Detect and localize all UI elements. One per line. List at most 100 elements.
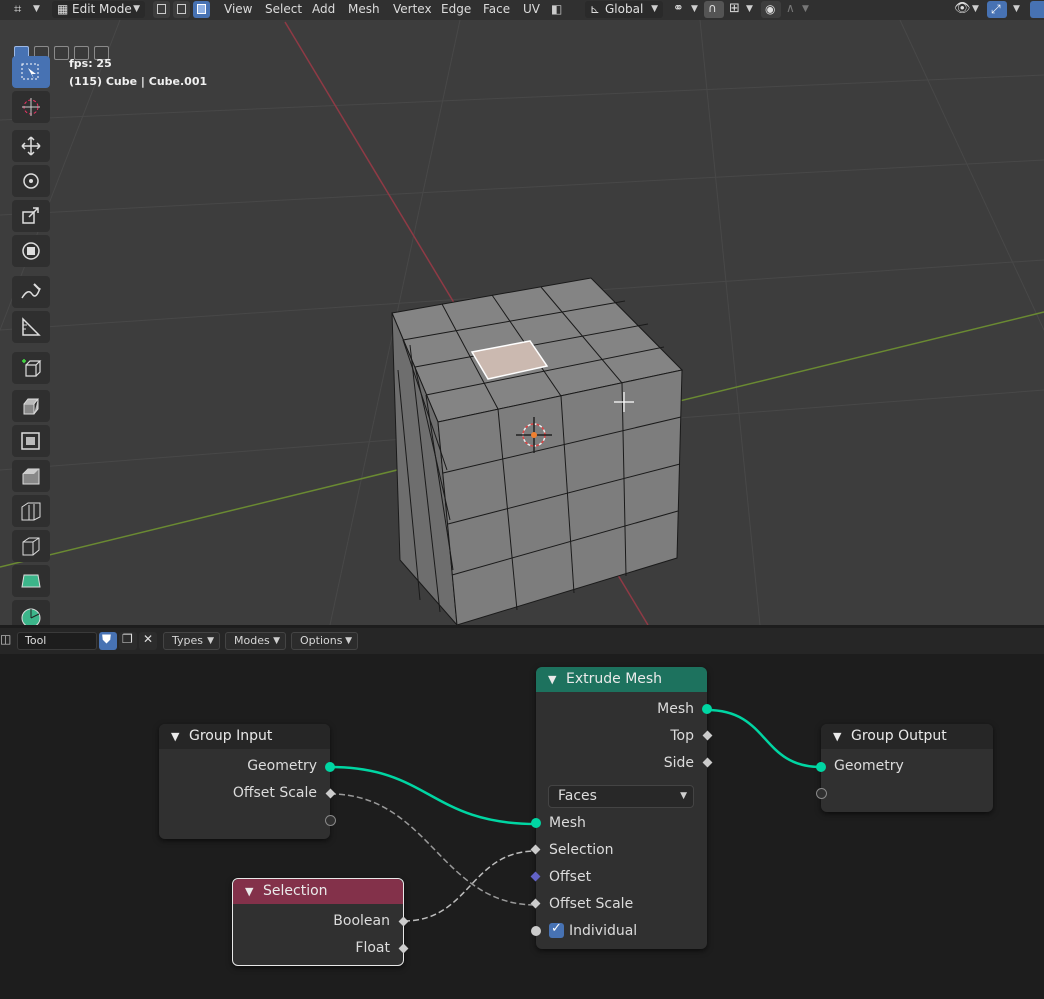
visibility-eye-icon[interactable]: 👁 — [954, 1, 971, 16]
bevel-tool[interactable] — [12, 460, 50, 492]
loop-cut-tool[interactable] — [12, 495, 50, 527]
modes-label: Modes — [234, 634, 270, 647]
selection-node[interactable]: ▼ Selection Boolean Float — [232, 878, 409, 966]
edit-mode-icon: ▦ — [57, 2, 69, 16]
tool-name-field[interactable]: Tool — [17, 632, 97, 650]
group-output-node[interactable]: ▼ Group Output Geometry — [816, 724, 993, 812]
duplicate-button[interactable]: ❐ — [119, 632, 137, 650]
falloff-icon[interactable]: ∧ — [786, 1, 795, 15]
group-input-title: Group Input — [189, 728, 273, 744]
extrude-mesh-header[interactable]: ▼ Extrude Mesh — [536, 667, 707, 692]
editor-type-icon[interactable]: ⌗ — [14, 2, 21, 17]
add-cube-tool[interactable] — [12, 352, 50, 384]
menu-face[interactable]: Face — [483, 2, 510, 16]
cursor-tool[interactable] — [12, 91, 50, 123]
pivot-point-icon[interactable]: ⚭ — [673, 1, 684, 16]
transform-icon — [22, 242, 40, 260]
menu-add[interactable]: Add — [312, 2, 335, 16]
node-editor-canvas[interactable]: ▼ Extrude Mesh Mesh Top Side Faces ▼ Mes… — [0, 654, 1044, 999]
object-info: (115) Cube | Cube.001 — [69, 75, 208, 88]
orientation-icon: ⊾ — [590, 2, 601, 16]
extrude-icon — [23, 398, 40, 415]
chevron-down-icon: ▼ — [691, 4, 698, 14]
mode-dropdown[interactable]: ▦ Edit Mode ▼ — [52, 1, 145, 18]
spin-tool[interactable] — [12, 600, 50, 625]
modes-dropdown[interactable]: Modes ▼ — [225, 632, 286, 650]
input-mesh-socket[interactable] — [531, 818, 541, 828]
mode-label: Edit Mode — [72, 2, 132, 16]
uv-sync-icon[interactable]: ◧ — [551, 2, 562, 16]
node-links — [329, 708, 822, 922]
overlays-toggle[interactable] — [1030, 1, 1044, 18]
chevron-down-icon: ▼ — [245, 885, 254, 898]
transform-orientation-dropdown[interactable]: ⊾ Global ▼ — [585, 1, 663, 18]
tool-shelf — [12, 56, 52, 625]
group-input-node[interactable]: ▼ Group Input Geometry Offset Scale — [159, 724, 336, 839]
inset-faces-tool[interactable] — [12, 425, 50, 457]
group-output-header[interactable]: ▼ Group Output — [821, 724, 993, 749]
input-empty-socket[interactable] — [816, 788, 827, 799]
chevron-down-icon: ▼ — [802, 4, 809, 14]
menu-edge[interactable]: Edge — [441, 2, 471, 16]
output-empty-socket[interactable] — [325, 815, 336, 826]
group-output-title: Group Output — [851, 728, 947, 744]
move-icon — [21, 136, 41, 156]
proportional-edit-toggle[interactable]: ◉ — [761, 1, 781, 18]
select-box-tool[interactable] — [12, 56, 50, 88]
face-select-button[interactable] — [193, 1, 210, 18]
chevron-down-icon: ▼ — [345, 636, 352, 646]
vertex-select-button[interactable] — [153, 1, 170, 18]
measure-tool[interactable] — [12, 311, 50, 343]
options-label: Options — [300, 634, 343, 647]
annotate-tool[interactable] — [12, 276, 50, 308]
menu-mesh[interactable]: Mesh — [348, 2, 380, 16]
output-side-label: Side — [663, 755, 694, 771]
types-dropdown[interactable]: Types ▼ — [163, 632, 220, 650]
rotate-tool[interactable] — [12, 165, 50, 197]
snap-toggle[interactable]: ∩ — [704, 1, 724, 18]
3d-viewport[interactable]: fps: 25 (115) Cube | Cube.001 — [0, 20, 1044, 625]
options-dropdown[interactable]: Options ▼ — [291, 632, 358, 650]
extrude-mesh-title: Extrude Mesh — [566, 671, 663, 687]
output-geometry-socket[interactable] — [325, 762, 335, 772]
menu-vertex[interactable]: Vertex — [393, 2, 432, 16]
output-mesh-socket[interactable] — [702, 704, 712, 714]
input-mesh-label: Mesh — [549, 815, 586, 831]
mode-dropdown[interactable]: Faces ▼ — [548, 785, 694, 808]
chevron-down-icon: ▼ — [972, 4, 979, 14]
knife-tool[interactable] — [12, 530, 50, 562]
viewport-scene — [0, 20, 1044, 625]
output-mesh-label: Mesh — [657, 701, 694, 717]
move-tool[interactable] — [12, 130, 50, 162]
poly-build-tool[interactable] — [12, 565, 50, 597]
input-individual-socket[interactable] — [531, 926, 541, 936]
menu-view[interactable]: View — [224, 2, 252, 16]
unlink-button[interactable]: ✕ — [139, 632, 157, 650]
types-label: Types — [172, 634, 203, 647]
viewport-header: ⌗ ▼ ▦ Edit Mode ▼ View Select Add Mesh V… — [0, 0, 1044, 20]
extrude-mesh-node[interactable]: ▼ Extrude Mesh Mesh Top Side Faces ▼ Mes… — [530, 667, 713, 949]
mode-value: Faces — [558, 788, 597, 804]
selection-header[interactable]: ▼ Selection — [233, 879, 403, 904]
gizmo-toggle[interactable]: ⤢ — [987, 1, 1007, 18]
select-subtract-button[interactable] — [54, 46, 69, 60]
edge-select-button[interactable] — [173, 1, 190, 18]
editor-type-icon[interactable]: ◫ — [0, 632, 11, 646]
cube-mesh — [391, 277, 683, 625]
extrude-region-tool[interactable] — [12, 390, 50, 422]
orientation-label: Global — [605, 2, 644, 16]
scale-tool[interactable] — [12, 200, 50, 232]
close-icon: ✕ — [143, 632, 154, 646]
chevron-down-icon: ▼ — [1013, 4, 1020, 14]
individual-checkbox[interactable]: ✓ — [549, 921, 564, 938]
edge-select-icon — [177, 4, 186, 14]
transform-tool[interactable] — [12, 235, 50, 267]
menu-uv[interactable]: UV — [523, 2, 540, 16]
proportional-edit-icon: ◉ — [765, 2, 776, 16]
group-input-header[interactable]: ▼ Group Input — [159, 724, 330, 749]
chevron-down-icon: ▼ — [680, 791, 687, 801]
snap-target-icon[interactable]: ⊞ — [729, 1, 740, 16]
menu-select[interactable]: Select — [265, 2, 302, 16]
fake-user-button[interactable]: ⛊ — [99, 632, 117, 650]
input-geometry-socket[interactable] — [816, 762, 826, 772]
